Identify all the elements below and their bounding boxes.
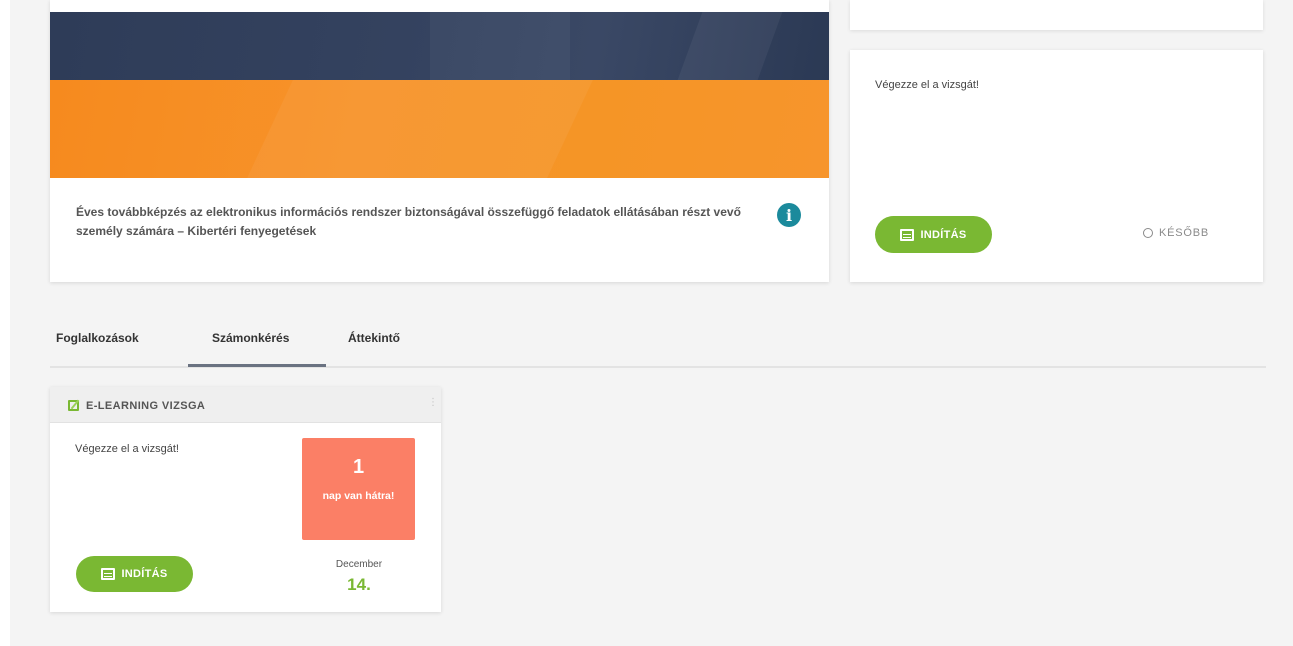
card-title: E-LEARNING VIZSGA: [86, 400, 206, 412]
exam-message: Végezze el a vizsgát!: [875, 79, 979, 91]
card-header: E-LEARNING VIZSGA ⋮: [50, 387, 441, 423]
active-tab-indicator: [188, 364, 326, 367]
days-left-label: nap van hátra!: [322, 490, 395, 502]
later-button-label: KÉSŐBB: [1159, 227, 1210, 239]
banner-shape: [430, 12, 570, 80]
info-circle-icon[interactable]: i: [777, 203, 801, 227]
days-left-number: 1: [352, 456, 365, 478]
right-top-card: [850, 0, 1263, 30]
tab-foglalkozasok[interactable]: Foglalkozások: [56, 331, 139, 345]
edit-icon: [68, 400, 79, 411]
due-date-day: 14.: [347, 575, 371, 594]
more-icon[interactable]: ⋮: [428, 397, 438, 408]
calendar-icon: [900, 228, 915, 241]
start-button-label: INDÍTÁS: [920, 228, 967, 241]
days-left-badge: 1 nap van hátra!: [302, 438, 415, 540]
tab-szamonkeres[interactable]: Számonkérés: [212, 331, 289, 345]
start-exam-button[interactable]: INDÍTÁS: [76, 556, 193, 592]
calendar-icon: [101, 568, 116, 580]
due-date-month: December: [335, 559, 383, 570]
start-button-label: INDÍTÁS: [121, 568, 168, 580]
later-button[interactable]: KÉSŐBB: [1143, 227, 1209, 239]
elearning-exam-card: E-LEARNING VIZSGA ⋮ Végezze el a vizsgát…: [50, 387, 441, 612]
hero-banner-top: [50, 12, 829, 80]
hero-banner-bottom: [50, 80, 829, 178]
clock-icon: [1143, 228, 1153, 238]
start-exam-button[interactable]: INDÍTÁS: [875, 216, 992, 253]
exam-reminder-card: Végezze el a vizsgát! INDÍTÁS KÉSŐBB: [850, 50, 1263, 282]
course-hero-card: Éves továbbképzés az elektronikus inform…: [50, 0, 829, 282]
banner-shape: [677, 12, 783, 80]
course-title: Éves továbbképzés az elektronikus inform…: [76, 205, 741, 238]
tab-bar: Foglalkozások Számonkérés Áttekintő: [50, 320, 1266, 368]
card-message: Végezze el a vizsgát!: [75, 443, 179, 455]
banner-shape: [247, 80, 593, 178]
tab-attekinto[interactable]: Áttekintő: [348, 331, 400, 345]
